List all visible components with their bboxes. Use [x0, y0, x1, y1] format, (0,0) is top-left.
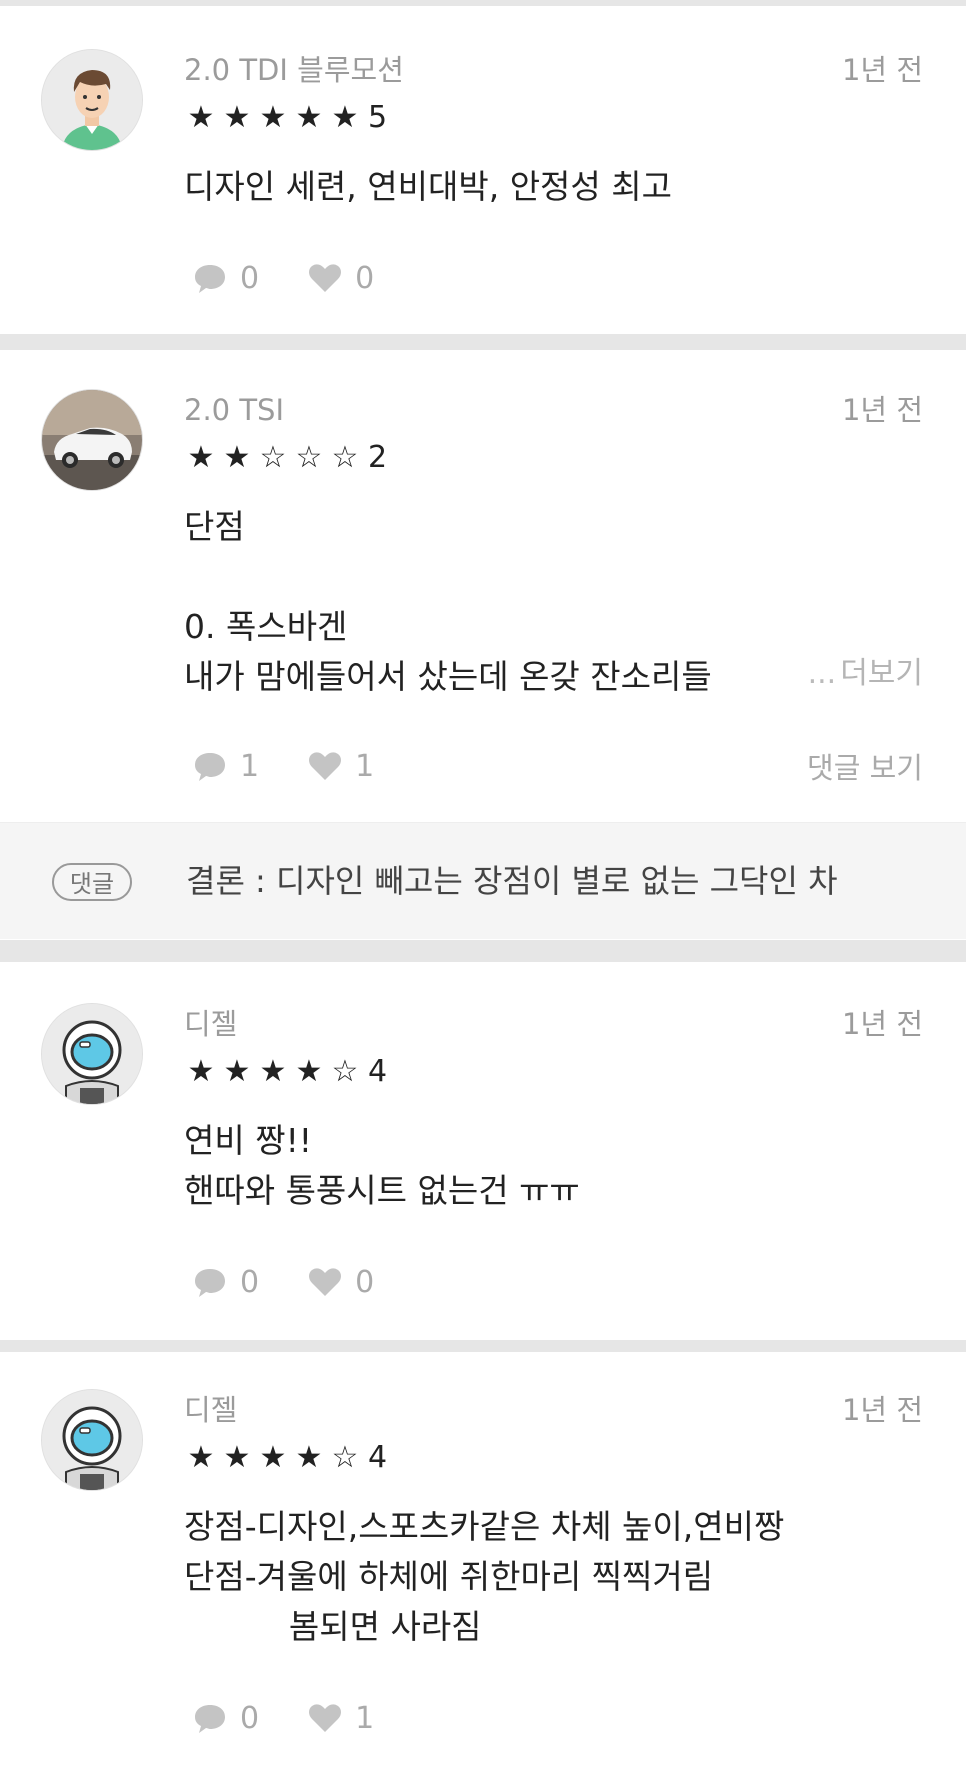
car-trim: 2.0 TDI 블루모션	[184, 53, 404, 87]
star-icon: ★	[223, 100, 253, 135]
star-icon: ★	[223, 1054, 253, 1089]
comment-button[interactable]: 1	[192, 748, 259, 784]
star-icon: ★	[331, 100, 361, 135]
post-time: 1년 전	[841, 1007, 923, 1041]
star-icon: ☆	[331, 1054, 361, 1089]
post-time: 1년 전	[841, 1393, 923, 1427]
like-button[interactable]: 0	[307, 260, 374, 296]
review-actions: 1 1	[192, 746, 422, 786]
view-comments-link[interactable]: 댓글 보기	[807, 748, 923, 788]
review-card: 디젤 1년 전 ★ ★ ★ ★ ☆ 4 연비 짱!! 핸따와 통풍시트 없는건 ㅠㅠ 0 …	[0, 962, 966, 1340]
star-icon: ★	[259, 100, 289, 135]
user-avatar[interactable]	[42, 1390, 142, 1490]
like-count: 1	[355, 748, 375, 784]
review-text: 디자인 세련, 연비대박, 안정성 최고	[184, 167, 672, 206]
star-icon: ★	[187, 100, 217, 135]
like-count: 1	[355, 1700, 375, 1736]
reply-preview[interactable]: 댓글 결론 : 디자인 빼고는 장점이 별로 없는 그닥인 차	[0, 822, 966, 939]
like-button[interactable]: 0	[307, 1264, 374, 1300]
star-rating: ★ ★ ★ ★ ☆ 4	[184, 1440, 389, 1476]
comment-count: 0	[240, 1264, 260, 1300]
comment-count: 0	[240, 260, 260, 296]
like-count: 0	[355, 1264, 375, 1300]
car-trim: 디젤	[184, 1007, 238, 1041]
heart-icon	[309, 1704, 342, 1732]
rating-score: 4	[368, 1440, 390, 1475]
comment-button[interactable]: 0	[192, 260, 259, 296]
rating-score: 5	[368, 100, 390, 135]
star-icon: ★	[259, 1440, 289, 1475]
review-card: 디젤 1년 전 ★ ★ ★ ★ ☆ 4 장점-디자인,스포츠카같은 차체 높이,연비짱 단…	[0, 1352, 966, 1775]
star-icon: ★	[295, 1440, 325, 1475]
star-icon: ★	[259, 1054, 289, 1089]
star-rating: ★ ★ ★ ★ ★ 5	[184, 100, 389, 136]
star-icon: ☆	[259, 440, 289, 475]
ellipsis: ...	[807, 656, 837, 691]
rating-score: 4	[368, 1054, 390, 1089]
speech-bubble-icon	[195, 1269, 225, 1297]
reply-text: 결론 : 디자인 빼고는 장점이 별로 없는 그닥인 차	[186, 862, 838, 900]
post-time: 1년 전	[841, 393, 923, 427]
review-actions: 0 0	[192, 258, 422, 298]
like-count: 0	[355, 260, 375, 296]
star-rating: ★ ★ ★ ★ ☆ 4	[184, 1054, 389, 1090]
comment-button[interactable]: 0	[192, 1700, 259, 1736]
star-icon: ☆	[331, 440, 361, 475]
star-icon: ★	[187, 1440, 217, 1475]
like-button[interactable]: 1	[307, 748, 374, 784]
star-rating: ★ ★ ☆ ☆ ☆ 2	[184, 440, 389, 476]
review-card: 2.0 TSI 1년 전 ★ ★ ☆ ☆ ☆ 2 단점 0. 폭스바겐 내가 맘에들어서 …	[0, 350, 966, 940]
review-actions: 0 0	[192, 1262, 422, 1302]
like-button[interactable]: 1	[307, 1700, 374, 1736]
star-icon: ★	[187, 1054, 217, 1089]
more-link[interactable]: ... 더보기	[808, 654, 923, 694]
star-icon: ★	[295, 1054, 325, 1089]
rating-score: 2	[368, 440, 390, 475]
car-photo-avatar-icon	[42, 390, 142, 490]
speech-bubble-icon	[195, 1705, 225, 1733]
post-time: 1년 전	[841, 53, 923, 87]
reply-tag: 댓글	[52, 863, 132, 901]
star-icon: ☆	[331, 1440, 361, 1475]
review-text: 연비 짱!! 핸따와 통풍시트 없는건 ㅠㅠ	[184, 1121, 580, 1210]
astronaut-avatar-icon	[42, 1004, 142, 1104]
star-icon: ★	[223, 440, 253, 475]
man-avatar-icon	[42, 50, 142, 150]
heart-icon	[309, 752, 342, 780]
user-avatar[interactable]	[42, 50, 142, 150]
review-card: 2.0 TDI 블루모션 1년 전 ★ ★ ★ ★ ★ 5 디자인 세련, 연비대박, 안…	[0, 6, 966, 334]
car-trim: 2.0 TSI	[184, 393, 285, 427]
heart-icon	[309, 264, 342, 292]
comment-button[interactable]: 0	[192, 1264, 259, 1300]
review-text: 단점 0. 폭스바겐 내가 맘에들어서 샀는데 온갖 잔소리들	[184, 507, 712, 696]
speech-bubble-icon	[195, 753, 225, 781]
user-avatar[interactable]	[42, 1004, 142, 1104]
heart-icon	[309, 1268, 342, 1296]
star-icon: ★	[187, 440, 217, 475]
star-icon: ☆	[295, 440, 325, 475]
review-text: 장점-디자인,스포츠카같은 차체 높이,연비짱 단점-겨울에 하체에 쥐한마리 …	[184, 1507, 785, 1646]
speech-bubble-icon	[195, 265, 225, 293]
comment-count: 1	[240, 748, 260, 784]
star-icon: ★	[223, 1440, 253, 1475]
review-actions: 0 1	[192, 1698, 422, 1738]
astronaut-avatar-icon	[42, 1390, 142, 1490]
star-icon: ★	[295, 100, 325, 135]
user-avatar[interactable]	[42, 390, 142, 490]
more-label: 더보기	[840, 656, 923, 691]
comment-count: 0	[240, 1700, 260, 1736]
car-trim: 디젤	[184, 1393, 238, 1427]
